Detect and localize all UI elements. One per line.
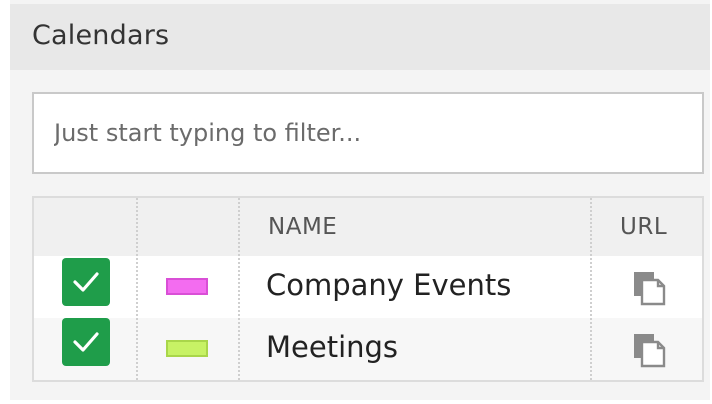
table-row: Meetings xyxy=(34,318,702,380)
copy-url-icon[interactable] xyxy=(628,270,668,312)
column-header-url: URL xyxy=(620,214,668,240)
filter-input[interactable] xyxy=(34,94,702,172)
calendar-checkbox[interactable] xyxy=(62,318,110,366)
column-divider xyxy=(590,198,592,380)
calendar-checkbox[interactable] xyxy=(62,258,110,306)
panel-title: Calendars xyxy=(32,20,170,51)
calendar-color-swatch[interactable] xyxy=(166,340,208,357)
calendar-name[interactable]: Meetings xyxy=(266,330,398,364)
panel-header: Calendars xyxy=(10,4,710,70)
checkmark-icon xyxy=(73,272,99,292)
copy-url-icon[interactable] xyxy=(628,332,668,374)
filter-box xyxy=(32,92,704,174)
checkmark-icon xyxy=(73,332,99,352)
column-divider xyxy=(238,198,240,380)
column-header-name[interactable]: NAME xyxy=(268,214,337,240)
calendars-panel: Calendars NAME URL Company Events xyxy=(10,0,710,400)
table-header: NAME URL xyxy=(34,198,702,256)
column-divider xyxy=(136,198,138,380)
calendars-table: NAME URL Company Events Meetings xyxy=(32,196,704,382)
table-row: Company Events xyxy=(34,256,702,318)
calendar-name[interactable]: Company Events xyxy=(266,268,511,302)
calendar-color-swatch[interactable] xyxy=(166,278,208,295)
